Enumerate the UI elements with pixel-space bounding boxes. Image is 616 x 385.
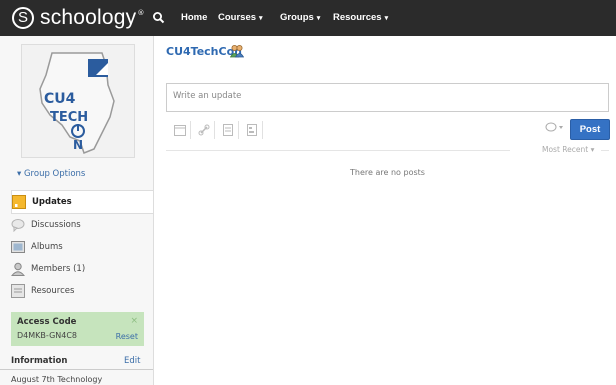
empty-feed-message: There are no posts: [350, 168, 425, 177]
svg-text:N: N: [73, 138, 83, 152]
information-heading: Information: [11, 356, 68, 366]
albums-icon: [11, 240, 25, 254]
chevron-down-icon: ▾: [384, 15, 389, 22]
search-button[interactable]: [150, 9, 168, 27]
post-type-toolbar: [170, 121, 266, 139]
information-description: August 7th Technology: [11, 375, 103, 384]
nav-groups-label: Groups: [280, 12, 314, 23]
privacy-selector[interactable]: [545, 122, 565, 134]
post-document-tool[interactable]: [218, 121, 239, 139]
access-code-title: Access Code: [17, 317, 77, 327]
updates-icon: [12, 195, 26, 209]
sidebar-item-members[interactable]: Members (1): [10, 258, 153, 280]
chevron-down-icon: ▾: [259, 15, 263, 22]
sidebar-item-resources[interactable]: Resources: [11, 280, 153, 302]
post-update-tool[interactable]: [170, 121, 191, 139]
nav-home-label: Home: [181, 12, 208, 23]
post-poll-tool[interactable]: [242, 121, 263, 139]
sidebar-item-label: Updates: [32, 197, 72, 207]
logo-registered-mark: ®: [137, 9, 145, 17]
nav-courses[interactable]: Courses ▾: [218, 12, 263, 23]
top-navigation-bar: S schoology ® Home Courses ▾ Groups ▾ Reso…: [0, 0, 616, 36]
nav-courses-label: Courses: [218, 12, 257, 23]
discussions-icon: [11, 218, 25, 233]
sidebar-item-label: Resources: [31, 286, 75, 296]
divider: [0, 369, 153, 370]
post-button[interactable]: Post: [570, 119, 610, 140]
calendar-icon: [174, 125, 186, 136]
cu4-tech-on-logo-icon: CU4 TECH N: [39, 52, 115, 154]
logo-s-icon: S: [12, 7, 34, 29]
access-code-reset-link[interactable]: Reset: [116, 332, 138, 341]
members-icon: [10, 262, 26, 276]
group-sidebar: CU4 TECH N ▾ Group Options Updates Discu…: [0, 36, 154, 385]
sort-dropdown[interactable]: Most Recent ▾: [540, 145, 597, 154]
svg-text:CU4: CU4: [44, 91, 76, 107]
poll-icon: [247, 124, 257, 136]
schoology-logo[interactable]: S schoology ®: [12, 6, 144, 30]
access-code-panel: Access Code × D4MKB-GN4C8 Reset: [11, 312, 144, 346]
sidebar-item-label: Discussions: [31, 220, 81, 230]
group-members-icon: [229, 44, 245, 58]
close-icon[interactable]: ×: [130, 316, 138, 326]
link-icon: [198, 124, 210, 136]
svg-text:TECH: TECH: [50, 110, 88, 125]
sidebar-item-label: Albums: [31, 242, 63, 252]
logo-text: schoology: [40, 6, 137, 29]
sidebar-item-discussions[interactable]: Discussions: [11, 214, 153, 236]
nav-groups[interactable]: Groups ▾: [280, 12, 320, 23]
post-link-tool[interactable]: [194, 121, 215, 139]
update-input[interactable]: Write an update: [166, 83, 609, 112]
speech-bubble-icon: [545, 122, 563, 132]
sidebar-item-updates[interactable]: Updates: [11, 190, 153, 214]
chevron-down-icon: ▾: [316, 15, 321, 22]
nav-home[interactable]: Home: [181, 12, 207, 23]
group-profile-picture[interactable]: CU4 TECH N: [21, 44, 135, 158]
search-icon: [153, 12, 165, 24]
sidebar-item-albums[interactable]: Albums: [11, 236, 153, 258]
nav-resources-label: Resources: [333, 12, 382, 23]
nav-resources[interactable]: Resources ▾: [333, 12, 388, 23]
document-icon: [223, 124, 233, 136]
information-edit-link[interactable]: Edit: [124, 356, 140, 366]
group-options-toggle[interactable]: ▾ Group Options: [17, 169, 85, 179]
update-placeholder: Write an update: [173, 91, 242, 101]
resources-icon: [11, 284, 25, 298]
access-code-value: D4MKB-GN4C8: [17, 331, 78, 340]
sidebar-item-label: Members (1): [31, 264, 86, 274]
divider: [166, 150, 510, 151]
divider: [601, 150, 609, 151]
